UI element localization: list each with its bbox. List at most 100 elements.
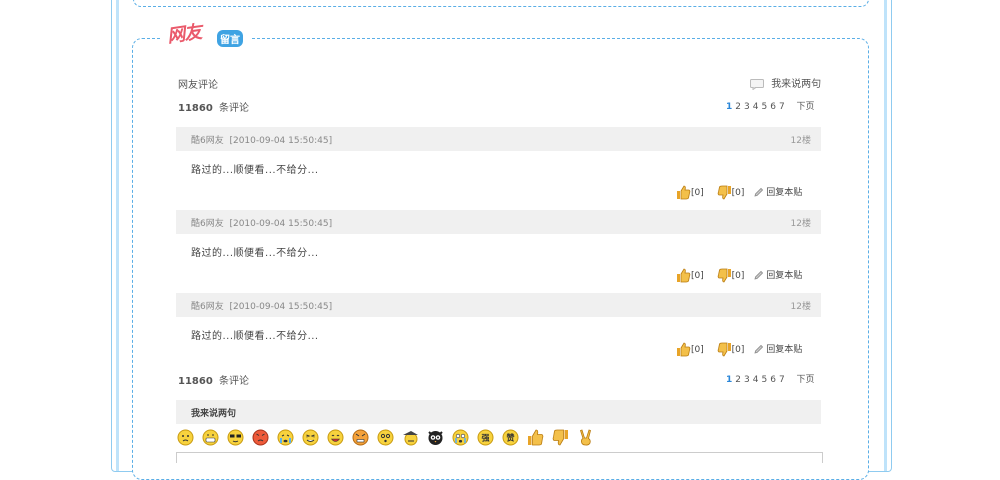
- laughing-face-icon[interactable]: [327, 429, 344, 446]
- logo-subtitle: 留言: [217, 30, 243, 47]
- comment-time: [2010-09-04 15:50:45]: [229, 302, 333, 312]
- upvote-button[interactable]: [0]: [676, 185, 704, 200]
- upvote-count: [0]: [691, 271, 704, 281]
- post-form-header: 我来说两句: [176, 400, 821, 424]
- pencil-icon: [754, 270, 764, 280]
- pager-page[interactable]: 7: [779, 375, 785, 385]
- shocked-crying-face-icon[interactable]: [452, 429, 469, 446]
- thumbs-up-icon: [677, 268, 691, 283]
- comment-count-number: 11860: [178, 376, 213, 387]
- thumbs-down-emoticon-icon[interactable]: [552, 429, 569, 446]
- comment-count-suffix: 条评论: [218, 376, 249, 387]
- comment-meta: 酷6网友 [2010-09-04 15:50:45]: [191, 299, 332, 312]
- dizzy-face-icon[interactable]: [377, 429, 394, 446]
- pager-page[interactable]: 2: [735, 375, 741, 385]
- comments-logo: 网友 留言: [161, 20, 251, 52]
- comment-textarea[interactable]: [176, 452, 823, 463]
- pager-page[interactable]: 1: [726, 375, 732, 385]
- reply-label: 回复本贴: [766, 271, 803, 281]
- downvote-button[interactable]: [0]: [717, 342, 745, 357]
- pager-page[interactable]: 3: [744, 102, 750, 112]
- comment-count-bottom: 11860 条评论: [178, 372, 249, 387]
- pager-next[interactable]: 下页: [797, 102, 815, 112]
- crying-face-icon[interactable]: [277, 429, 294, 446]
- thumbs-down-icon: [717, 342, 731, 357]
- post-comment-label: 我来说两句: [771, 79, 822, 90]
- post-comment-link[interactable]: 我来说两句: [750, 75, 821, 90]
- pager-next[interactable]: 下页: [797, 375, 815, 385]
- reply-link[interactable]: 回复本贴: [753, 270, 803, 281]
- hat-man-face-icon[interactable]: [402, 429, 419, 446]
- comment-count: 11860 条评论: [178, 99, 249, 114]
- mad-face-icon[interactable]: [352, 429, 369, 446]
- comment-header: 酷6网友 [2010-09-04 15:50:45] 12楼: [176, 293, 821, 317]
- pager-page[interactable]: 5: [761, 102, 767, 112]
- thinking-face-icon[interactable]: [177, 429, 194, 446]
- comment-floor: 12楼: [790, 302, 811, 312]
- pencil-icon: [754, 344, 764, 354]
- comment-text: 路过的...顺便看...不给分...: [191, 165, 319, 176]
- comment-header: 酷6网友 [2010-09-04 15:50:45] 12楼: [176, 127, 821, 151]
- comment-actions: [0] [0] 回复本贴: [676, 342, 802, 357]
- pager-page[interactable]: 6: [770, 375, 776, 385]
- strong-badge-icon[interactable]: 强: [477, 429, 494, 446]
- logo-title: 网友: [165, 21, 203, 48]
- comment-count-number: 11860: [178, 103, 213, 114]
- pager-bottom: 1234567 下页: [726, 372, 818, 385]
- victory-hand-icon[interactable]: [577, 429, 594, 446]
- comment-time: [2010-09-04 15:50:45]: [229, 219, 333, 229]
- upvote-count: [0]: [691, 188, 704, 198]
- pager-page[interactable]: 3: [744, 375, 750, 385]
- thumbs-up-emoticon-icon[interactable]: [527, 429, 544, 446]
- downvote-button[interactable]: [0]: [717, 268, 745, 283]
- comment-actions: [0] [0] 回复本贴: [676, 268, 802, 283]
- zan-badge-icon[interactable]: 赞: [502, 429, 519, 446]
- owl-face-icon[interactable]: [427, 429, 444, 446]
- reply-label: 回复本贴: [766, 345, 803, 355]
- upvote-button[interactable]: [0]: [676, 342, 704, 357]
- grin-face-icon[interactable]: [202, 429, 219, 446]
- thumbs-up-icon: [677, 342, 691, 357]
- comment-header: 酷6网友 [2010-09-04 15:50:45] 12楼: [176, 210, 821, 234]
- comment-author: 酷6网友: [191, 136, 224, 146]
- downvote-count: [0]: [731, 271, 745, 281]
- comment-time: [2010-09-04 15:50:45]: [229, 136, 333, 146]
- upper-panel: [133, 0, 869, 7]
- angry-red-face-icon[interactable]: [252, 429, 269, 446]
- comment-text: 路过的...顺便看...不给分...: [191, 248, 319, 259]
- upvote-button[interactable]: [0]: [676, 268, 704, 283]
- downvote-count: [0]: [731, 345, 745, 355]
- pager-page[interactable]: 4: [753, 375, 759, 385]
- pager-top: 1234567 下页: [726, 99, 818, 112]
- comment-text: 路过的...顺便看...不给分...: [191, 331, 319, 342]
- downvote-count: [0]: [731, 188, 745, 198]
- comment-author: 酷6网友: [191, 219, 224, 229]
- section-label: 网友评论: [178, 80, 218, 91]
- pager-page[interactable]: 6: [770, 102, 776, 112]
- svg-text:强: 强: [482, 434, 490, 443]
- reply-link[interactable]: 回复本贴: [753, 187, 803, 198]
- pager-page[interactable]: 7: [779, 102, 785, 112]
- comment-count-suffix: 条评论: [218, 103, 249, 114]
- pencil-icon: [754, 187, 764, 197]
- pager-page[interactable]: 2: [735, 102, 741, 112]
- downvote-button[interactable]: [0]: [717, 185, 745, 200]
- reply-link[interactable]: 回复本贴: [753, 344, 803, 355]
- svg-text:赞: 赞: [506, 433, 515, 443]
- upvote-count: [0]: [691, 345, 704, 355]
- squint-laugh-face-icon[interactable]: [302, 429, 319, 446]
- comment-meta: 酷6网友 [2010-09-04 15:50:45]: [191, 133, 332, 146]
- reply-label: 回复本贴: [766, 188, 803, 198]
- comment-actions: [0] [0] 回复本贴: [676, 185, 802, 200]
- pager-page[interactable]: 4: [753, 102, 759, 112]
- comment-floor: 12楼: [790, 136, 811, 146]
- thumbs-down-icon: [717, 185, 731, 200]
- pager-page[interactable]: 5: [761, 375, 767, 385]
- pager-page[interactable]: 1: [726, 102, 732, 112]
- thumbs-up-icon: [677, 185, 691, 200]
- comment-floor: 12楼: [790, 219, 811, 229]
- cool-sunglasses-face-icon[interactable]: [227, 429, 244, 446]
- thumbs-down-icon: [717, 268, 731, 283]
- comment-meta: 酷6网友 [2010-09-04 15:50:45]: [191, 216, 332, 229]
- comment-author: 酷6网友: [191, 302, 224, 312]
